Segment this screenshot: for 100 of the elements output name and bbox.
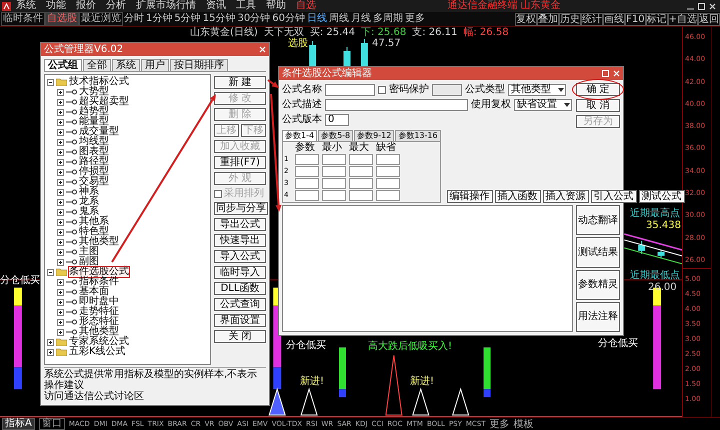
window-tab[interactable]: 窗口 <box>38 418 65 430</box>
param-tab[interactable]: 参数1-4 <box>282 130 318 141</box>
plus-box-icon[interactable] <box>57 88 64 96</box>
input-field[interactable] <box>325 98 468 110</box>
param-tab[interactable]: 参数9-12 <box>354 130 394 141</box>
indicator-tab[interactable]: 更多 <box>490 418 510 430</box>
param-cell[interactable] <box>295 166 319 177</box>
dialog-button[interactable]: 导出公式 <box>214 218 266 231</box>
dialog-button[interactable]: 界面设置 <box>214 314 266 327</box>
tree-item[interactable]: 停损型 <box>79 167 109 177</box>
close-icon[interactable] <box>709 2 716 10</box>
tree-item[interactable]: 其他系 <box>79 217 109 227</box>
tree-item[interactable]: 超买超卖型 <box>79 97 129 107</box>
dialog-button[interactable]: 临时导入 <box>214 266 266 279</box>
menu-item[interactable]: 工具 <box>231 0 261 12</box>
checkbox[interactable] <box>378 86 386 94</box>
param-cell[interactable] <box>322 178 346 189</box>
toolbar-button[interactable]: 历史 <box>559 12 582 26</box>
toolbar-button[interactable]: 复权 <box>515 12 538 26</box>
tool-button[interactable]: 插入函数 <box>494 190 541 203</box>
period-tab[interactable]: 多周期 <box>372 13 404 25</box>
tree-item[interactable]: 基本面 <box>79 287 109 297</box>
period-tab[interactable]: 60分钟 <box>271 13 306 25</box>
plus-box-icon[interactable] <box>47 338 54 346</box>
param-tab[interactable]: 参数5-8 <box>318 130 354 141</box>
tree-item[interactable]: 形态特征 <box>79 317 119 327</box>
tree-item[interactable]: 专家系统公式 <box>69 337 129 347</box>
view-tab[interactable]: 最近浏览 <box>79 12 123 26</box>
tree-item[interactable]: 其他类型 <box>79 327 119 337</box>
param-cell[interactable] <box>322 154 346 165</box>
tree-item[interactable]: 主图 <box>79 247 99 257</box>
tree-item[interactable]: 成交量型 <box>79 127 119 137</box>
period-tab[interactable]: 日线 <box>306 13 328 25</box>
dialog-tab[interactable]: 公式组 <box>44 59 82 71</box>
formula-editor-area[interactable] <box>282 205 573 332</box>
param-cell[interactable] <box>349 166 373 177</box>
period-tab[interactable]: 1分钟 <box>145 13 174 25</box>
tree-item[interactable]: 能量型 <box>79 117 109 127</box>
tree-item[interactable]: 其他类型 <box>79 237 119 247</box>
dialog-button[interactable]: 动态翻译 <box>576 205 620 236</box>
period-tab[interactable]: 5分钟 <box>173 13 202 25</box>
param-cell[interactable] <box>349 190 373 201</box>
plus-box-icon[interactable] <box>57 198 64 206</box>
tree-item[interactable]: 交易型 <box>79 177 109 187</box>
tool-button[interactable]: 插入资源 <box>542 190 589 203</box>
param-cell[interactable] <box>295 178 319 189</box>
param-cell[interactable] <box>349 178 373 189</box>
param-cell[interactable] <box>376 166 400 177</box>
view-tab[interactable]: 自选股 <box>45 12 79 26</box>
dialog-button[interactable]: 导入公式 <box>214 250 266 263</box>
param-cell[interactable] <box>322 166 346 177</box>
tree-item[interactable]: 走势特征 <box>79 307 119 317</box>
window-tab[interactable]: 指标A <box>2 418 35 430</box>
input-field[interactable]: 0 <box>325 114 349 126</box>
param-cell[interactable] <box>295 190 319 201</box>
menu-item[interactable]: 资讯 <box>201 0 231 12</box>
view-tab[interactable]: 临时条件 <box>1 12 45 26</box>
param-cell[interactable] <box>295 154 319 165</box>
select-field[interactable]: 其他类型 <box>508 84 566 96</box>
dialog-button[interactable]: 关 闭 <box>214 330 266 343</box>
toolbar-button[interactable]: 统计 <box>581 12 604 26</box>
tree-item[interactable]: 即时盘中 <box>79 297 119 307</box>
plus-box-icon[interactable] <box>57 288 64 296</box>
param-cell[interactable] <box>322 190 346 201</box>
toolbar-button[interactable]: 标记 <box>646 12 668 26</box>
tree-item[interactable]: 趋势型 <box>79 107 109 117</box>
tool-button[interactable]: 编辑操作 <box>446 190 493 203</box>
tree-item[interactable]: 龙系 <box>79 197 99 207</box>
tree-item[interactable]: 图表型 <box>79 147 109 157</box>
plus-box-icon[interactable] <box>47 348 54 356</box>
dialog-button[interactable]: 确 定 <box>576 83 620 96</box>
toolbar-button[interactable]: 叠加 <box>537 12 560 26</box>
plus-box-icon[interactable] <box>57 138 64 146</box>
tree-item[interactable]: 指标条件 <box>79 277 119 287</box>
menu-item[interactable]: 分析 <box>101 0 131 12</box>
dialog-button[interactable]: 取 消 <box>576 99 620 112</box>
tree-item[interactable]: 技术指标公式 <box>69 77 129 87</box>
period-tab[interactable]: 周线 <box>328 13 350 25</box>
plus-box-icon[interactable] <box>57 208 64 216</box>
select-field[interactable]: 缺省设置 <box>514 98 572 110</box>
dialog-button[interactable]: DLL函数 <box>214 282 266 295</box>
plus-box-icon[interactable] <box>57 188 64 196</box>
period-tab[interactable]: 15分钟 <box>202 13 236 25</box>
tool-button[interactable]: 测试公式 <box>638 190 685 203</box>
plus-box-icon[interactable] <box>57 148 64 156</box>
minus-box-icon[interactable] <box>47 268 54 276</box>
indicator-tab[interactable]: 模板 <box>514 418 534 430</box>
plus-box-icon[interactable] <box>57 258 64 266</box>
dialog-tab[interactable]: 全部 <box>83 59 111 71</box>
dialog-button[interactable]: 用法注释 <box>576 302 620 332</box>
param-cell[interactable] <box>349 154 373 165</box>
period-tab[interactable]: 分时 <box>123 13 145 25</box>
plus-box-icon[interactable] <box>57 218 64 226</box>
plus-box-icon[interactable] <box>57 308 64 316</box>
plus-box-icon[interactable] <box>57 328 64 336</box>
tree-item[interactable]: 副图 <box>79 257 99 267</box>
plus-box-icon[interactable] <box>57 178 64 186</box>
plus-box-icon[interactable] <box>57 318 64 326</box>
plus-box-icon[interactable] <box>57 228 64 236</box>
dialog-button[interactable]: 新 建 <box>214 76 266 89</box>
